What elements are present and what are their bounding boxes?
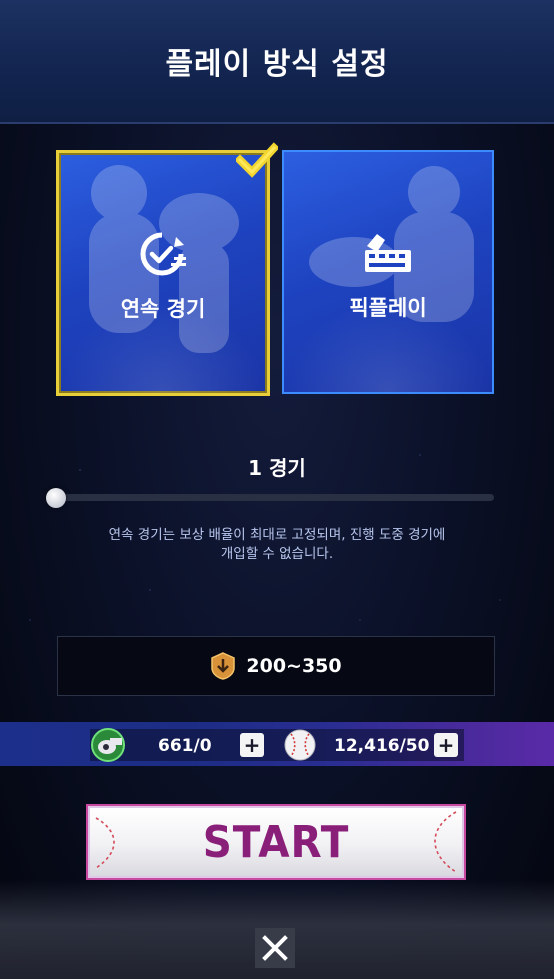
- mode-label-pickplay: 픽플레이: [349, 296, 427, 320]
- pick-play-icon: [365, 234, 411, 272]
- start-button-label: START: [202, 816, 350, 868]
- reward-badge-icon: [211, 652, 236, 680]
- baseball-count: 12,416/50: [334, 736, 430, 756]
- start-button[interactable]: START: [88, 806, 464, 878]
- close-icon: [262, 935, 288, 961]
- mode-card-pickplay[interactable]: 픽플레이: [282, 150, 494, 394]
- mode-label-continuous: 연속 경기: [120, 297, 206, 321]
- header: 플레이 방식 설정: [0, 0, 554, 124]
- page-title: 플레이 방식 설정: [165, 47, 389, 82]
- add-whistle-button[interactable]: +: [240, 733, 264, 757]
- description-line-1: 연속 경기는 보상 배율이 최대로 고정되며, 진행 도중 경기에: [108, 527, 446, 543]
- auto-play-icon: [140, 232, 186, 276]
- mode-card-continuous[interactable]: 연속 경기: [56, 150, 270, 396]
- whistle-icon: [91, 728, 125, 762]
- add-baseball-button[interactable]: +: [434, 733, 458, 757]
- games-slider-thumb[interactable]: [46, 488, 66, 508]
- baseball-icon: [284, 729, 316, 761]
- description-line-2: 개입할 수 없습니다.: [220, 546, 334, 562]
- games-slider-track[interactable]: [56, 494, 494, 501]
- mode-description: 연속 경기는 보상 배율이 최대로 고정되며, 진행 도중 경기에 개입할 수 …: [40, 526, 514, 564]
- checkmark-icon: [236, 142, 278, 178]
- games-count-label: 1 경기: [248, 456, 306, 480]
- reward-box: 200~350: [57, 636, 495, 696]
- whistle-count: 661/0: [158, 736, 212, 756]
- reward-range: 200~350: [246, 655, 342, 677]
- close-button[interactable]: [255, 928, 295, 968]
